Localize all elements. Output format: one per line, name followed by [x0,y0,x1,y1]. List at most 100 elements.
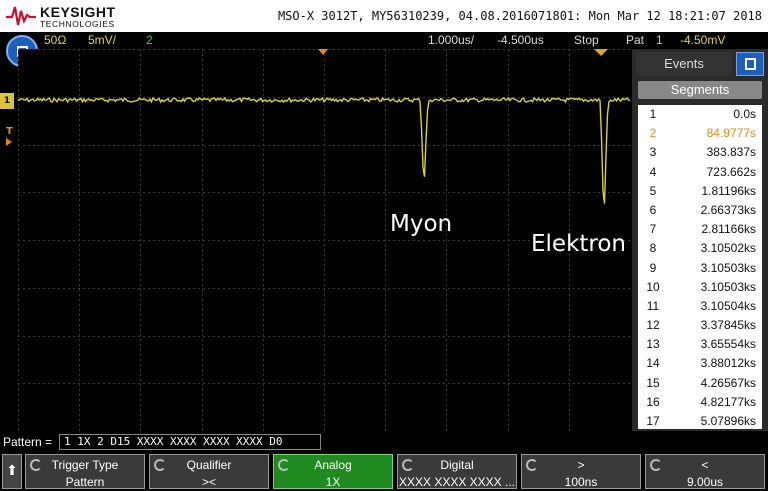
segment-time: 723.662s [706,164,756,179]
softkey-title: Trigger Type [51,458,119,472]
segment-number: 6 [649,202,657,217]
segment-row[interactable]: 2 84.9777s [638,124,762,144]
impedance-readout[interactable]: 50Ω [44,33,66,47]
segment-row[interactable]: 7 2.81166ks [638,220,762,240]
delay-readout[interactable]: -4.500us [497,33,544,47]
greater-softkey[interactable]: >100ns [521,454,641,489]
segment-number: 14 [646,356,660,371]
segment-time: 4.82177ks [700,394,756,409]
softkey-bar: ⬆ Trigger Type Pattern Qualifier >< Analog 1X… [0,452,768,491]
trigger-mode[interactable]: Pat [626,33,644,47]
softkey-title: < [701,458,709,472]
elektron-label: Elektron [531,231,627,257]
myon-label: Myon [390,211,453,237]
trigger-level[interactable]: -4.50mV [680,33,725,47]
segment-time: 3.10504ks [700,298,756,313]
softkey-value: Pattern [65,475,105,489]
softkey-title: Analog [314,458,352,472]
segment-time: 1.81196ks [701,183,757,198]
segment-row[interactable]: 17 5.07896ks [638,412,762,429]
pattern-label: Pattern = [3,435,53,449]
segment-time: 3.10503ks [700,260,756,275]
pattern-bar: Pattern = 1 1X 2 D15 XXXX XXXX XXXX XXXX… [0,433,768,451]
segments-table[interactable]: 1 0.0s 2 84.9777s 3 383.837s 4 723.662s 5 1.81196… [638,105,762,429]
segment-row[interactable]: 4 723.662s [638,162,762,182]
events-panel: Events Segments 1 0.0s 2 84.9777s 3 383.837s 4… [632,49,768,431]
segment-row[interactable]: 5 1.81196ks [638,181,762,201]
pattern-value: 1 1X 2 D15 XXXX XXXX XXXX XXXX D0 [59,434,321,450]
channel2-readout[interactable]: 2 [146,33,153,47]
softkey-value: 1X [325,475,341,489]
segment-row[interactable]: 6 2.66373ks [638,200,762,221]
segment-time: 3.10503ks [700,279,756,294]
segment-time: 2.81166ks [701,222,757,237]
segment-row[interactable]: 14 3.88012ks [638,354,762,374]
softkey-title: Qualifier [186,458,232,472]
trigger-arrow-icon [6,138,12,146]
segment-row[interactable]: 10 3.10503ks [638,277,762,297]
segment-number: 10 [646,279,660,294]
segments-header[interactable]: Segments [638,81,762,99]
segment-row[interactable]: 16 4.82177ks [638,392,762,412]
qualifier-softkey[interactable]: Qualifier >< [149,454,269,489]
segment-time: 3.65554ks [700,337,756,352]
segment-row[interactable]: 8 3.10502ks [638,239,762,259]
segment-number: 4 [649,164,657,179]
segment-row[interactable]: 12 3.37845ks [638,316,762,336]
vertical-scale-readout[interactable]: 5mV/ [88,33,116,47]
softkey-value: XXXX XXXX XXXX ... [398,475,516,489]
trigger-type-softkey[interactable]: Trigger Type Pattern [25,454,145,489]
segment-row[interactable]: 11 3.10504ks [638,296,762,317]
segment-number: 8 [649,241,657,256]
brand-subtitle: TECHNOLOGIES [40,19,115,29]
segment-number: 7 [649,222,657,237]
header-bar: KEYSIGHT TECHNOLOGIES MSO-X 3012T, MY563… [0,0,768,32]
segment-row[interactable]: 15 4.26567ks [638,373,762,393]
segment-number: 16 [646,394,660,409]
segment-time: 383.837s [706,145,756,160]
trigger-channel[interactable]: 1 [656,33,663,47]
softkey-title: Digital [440,458,474,472]
tab-events[interactable]: Events [636,52,732,76]
keysight-wave-icon [6,6,36,26]
segment-time: 5.07896ks [700,414,756,428]
segment-row[interactable]: 9 3.10503ks [638,258,762,278]
segment-number: 13 [646,337,660,352]
less-softkey[interactable]: <9.00us [645,454,765,489]
segment-time: 4.26567ks [700,375,756,390]
panel-window-icon[interactable] [736,52,764,76]
keysight-logo: KEYSIGHT TECHNOLOGIES [6,3,126,29]
timebase-readout[interactable]: 1.000us/ [428,33,474,47]
delay-marker [594,49,608,56]
segment-number: 3 [649,145,657,160]
segment-number: 12 [646,318,660,333]
segment-time: 3.37845ks [700,318,756,333]
waveform-display[interactable]: Myon Elektron [18,49,630,431]
segment-number: 11 [646,298,660,313]
segment-number: 5 [649,183,657,198]
softkey-value: >< [201,475,216,489]
channel1-ground-marker[interactable]: 1 [0,93,14,109]
segment-number: 1 [649,107,657,121]
segment-time: 84.9777s [706,126,756,141]
segment-number: 9 [649,260,657,275]
menu-up-button[interactable]: ⬆ [2,454,22,489]
analog-softkey[interactable]: Analog 1X [273,454,393,489]
segment-time: 3.10502ks [700,241,756,256]
segment-time: 3.88012ks [700,356,756,371]
segment-row[interactable]: 3 383.837s [638,143,762,163]
run-state[interactable]: Stop [574,33,599,47]
softkey-value: 100ns [564,475,598,489]
segment-time: 2.66373ks [700,202,756,217]
segment-time: 0.0s [733,107,756,121]
softkey-title: > [577,458,585,472]
segment-number: 17 [646,414,660,428]
segment-row[interactable]: 1 0.0s [638,105,762,125]
digital-softkey[interactable]: Digital XXXX XXXX XXXX ... [397,454,517,489]
trigger-level-marker[interactable]: T [6,126,13,137]
softkey-value: 9.00us [686,475,724,489]
instrument-info: MSO-X 3012T, MY56310239, 04.08.201607180… [277,9,762,23]
segment-row[interactable]: 13 3.65554ks [638,335,762,355]
segment-number: 15 [646,375,660,390]
brand-name: KEYSIGHT [40,4,116,20]
